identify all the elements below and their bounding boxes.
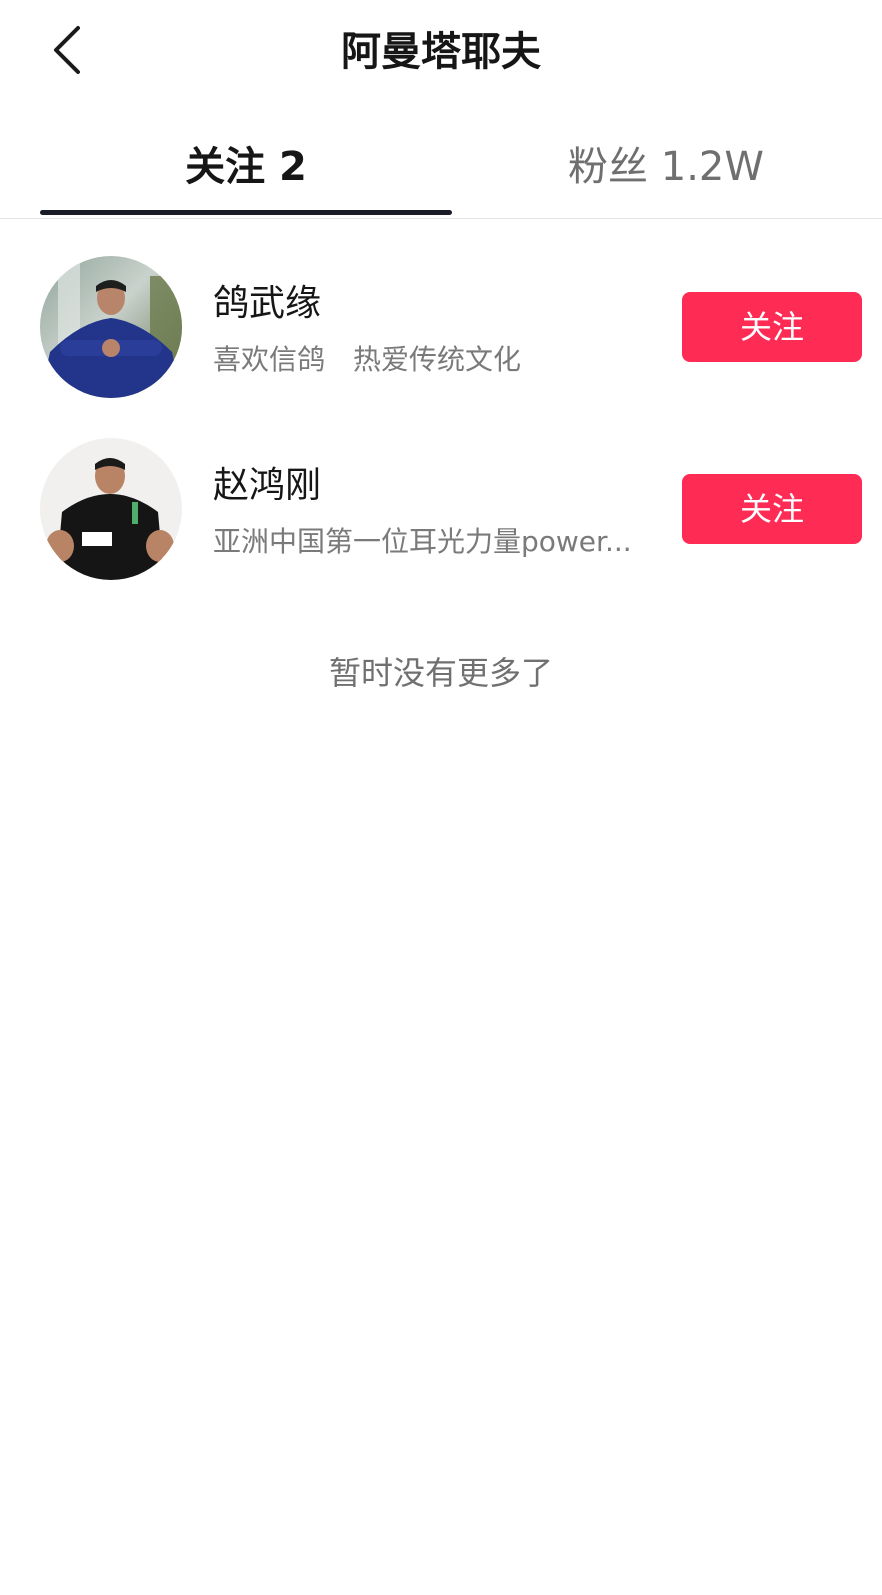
active-tab-indicator: [40, 210, 452, 215]
user-bio: 喜欢信鸽 热爱传统文化: [213, 343, 522, 376]
avatar[interactable]: [40, 256, 182, 398]
follow-button[interactable]: 关注: [682, 292, 862, 362]
list-item[interactable]: 鸽武缘 喜欢信鸽 热爱传统文化 关注: [0, 256, 882, 416]
tabs-divider: [0, 218, 882, 219]
avatar[interactable]: [40, 438, 182, 580]
user-name[interactable]: 赵鸿刚: [213, 462, 321, 510]
tab-bar: 关注 2 粉丝 1.2W: [0, 118, 882, 218]
tab-followers[interactable]: 粉丝 1.2W: [460, 136, 872, 198]
follow-button[interactable]: 关注: [682, 474, 862, 544]
tab-following[interactable]: 关注 2: [40, 136, 452, 198]
end-of-list-text: 暂时没有更多了: [328, 654, 553, 692]
user-name[interactable]: 鸽武缘: [213, 280, 321, 328]
user-bio: 亚洲中国第一位耳光力量power...: [213, 525, 632, 558]
page-title: 阿曼塔耶夫: [341, 29, 541, 75]
top-bar: 阿曼塔耶夫: [0, 0, 882, 108]
list-item[interactable]: 赵鸿刚 亚洲中国第一位耳光力量power... 关注: [0, 438, 882, 598]
